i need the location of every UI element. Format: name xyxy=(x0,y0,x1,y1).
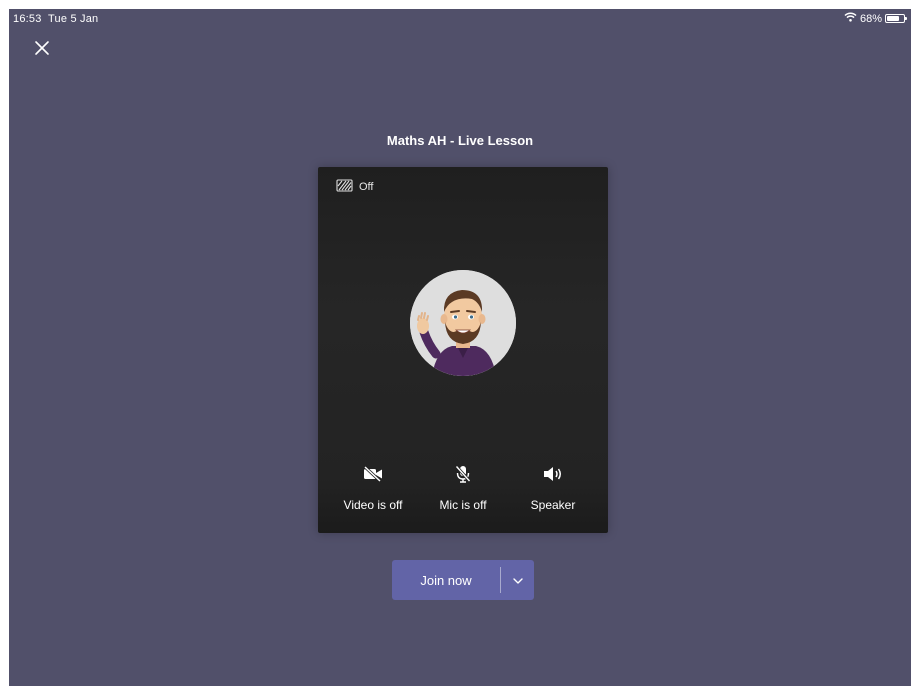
close-button[interactable] xyxy=(31,39,53,61)
join-screen: 16:53 Tue 5 Jan 68% Maths AH - Live Less… xyxy=(9,9,911,686)
join-now-button[interactable]: Join now xyxy=(392,560,500,600)
speaker-icon xyxy=(543,466,563,487)
mic-toggle-button[interactable]: Mic is off xyxy=(418,464,508,512)
background-effects-label: Off xyxy=(359,181,374,193)
meeting-title: Maths AH - Live Lesson xyxy=(386,133,534,148)
mic-off-icon xyxy=(455,464,471,488)
close-icon xyxy=(34,40,50,61)
mic-status-label: Mic is off xyxy=(439,498,487,512)
status-bar: 16:53 Tue 5 Jan 68% xyxy=(9,9,911,29)
chevron-down-icon xyxy=(512,571,523,589)
status-time-date: 16:53 Tue 5 Jan xyxy=(13,13,98,25)
status-indicators: 68% xyxy=(844,12,907,25)
speaker-button[interactable]: Speaker xyxy=(508,465,598,512)
wifi-icon xyxy=(844,12,857,25)
speaker-label: Speaker xyxy=(530,498,576,512)
status-date: Tue 5 Jan xyxy=(48,13,99,25)
background-effects-toggle[interactable]: Off xyxy=(336,179,373,195)
avatar xyxy=(410,270,516,376)
video-off-icon xyxy=(363,465,383,487)
video-status-label: Video is off xyxy=(343,498,403,512)
video-preview: Off Video is off Mic is off Speaker xyxy=(318,167,608,533)
battery-percentage: 68% xyxy=(859,12,882,25)
video-toggle-button[interactable]: Video is off xyxy=(328,465,418,512)
status-time: 16:53 xyxy=(13,13,42,25)
battery-icon xyxy=(885,14,907,23)
join-button-group: Join now xyxy=(392,560,534,600)
background-effects-icon xyxy=(336,179,353,195)
join-options-dropdown[interactable] xyxy=(501,560,534,600)
device-controls: Video is off Mic is off Speaker xyxy=(318,464,608,525)
